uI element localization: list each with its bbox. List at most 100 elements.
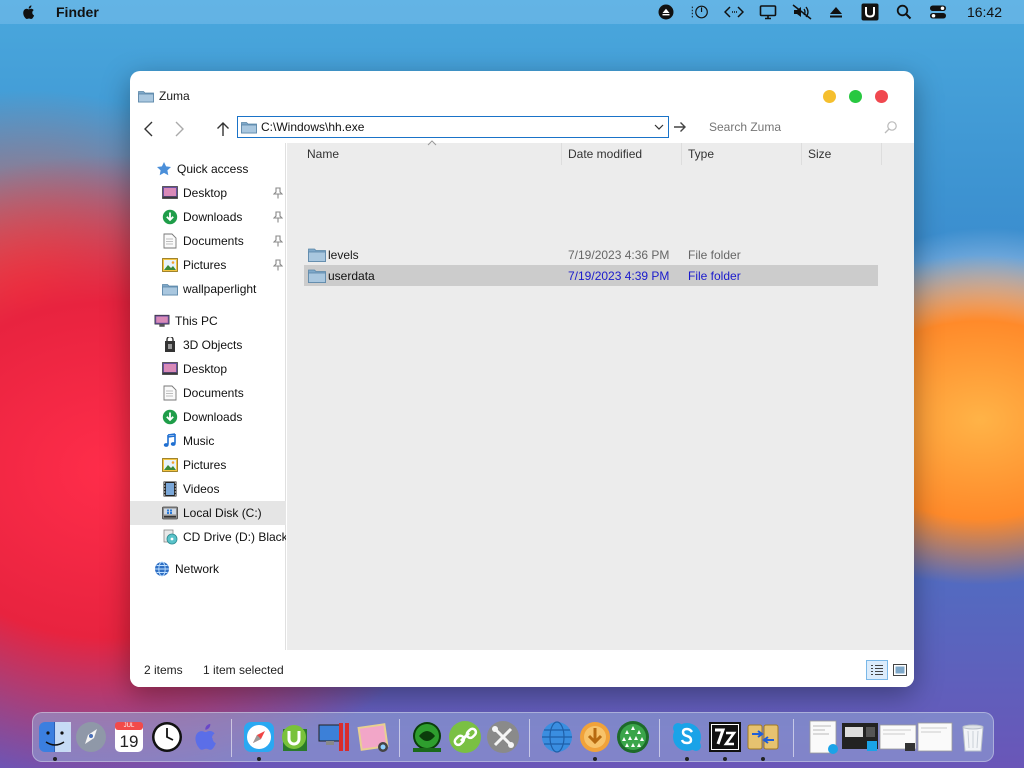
- calendar-icon[interactable]: JUL 19: [111, 719, 147, 755]
- chevron-down-icon[interactable]: [653, 121, 665, 133]
- display-icon[interactable]: [758, 3, 778, 21]
- pin-icon[interactable]: [273, 187, 283, 199]
- menubar-clock[interactable]: 16:42: [967, 4, 1002, 20]
- clock-icon[interactable]: [149, 719, 185, 755]
- mute-icon[interactable]: [792, 3, 812, 21]
- control-center-icon[interactable]: [928, 3, 948, 21]
- back-button[interactable]: [139, 119, 159, 139]
- folder-icon: [241, 122, 257, 134]
- forward-button[interactable]: [169, 119, 189, 139]
- search-input[interactable]: [709, 117, 869, 137]
- link-icon[interactable]: [447, 719, 483, 755]
- sidebar-item-label: Downloads: [183, 410, 243, 424]
- sidebar-item-3d-objects[interactable]: 3D Objects: [130, 333, 286, 357]
- photos-icon[interactable]: [355, 719, 391, 755]
- sidebar-item-qa-wallpaperlight[interactable]: wallpaperlight: [130, 277, 286, 301]
- sidebar-item-this-pc[interactable]: This PC: [130, 309, 286, 333]
- code-icon[interactable]: [723, 3, 744, 21]
- maximize-button[interactable]: [849, 90, 862, 103]
- sidebar-item-music[interactable]: Music: [130, 429, 286, 453]
- drops-icon[interactable]: [615, 719, 651, 755]
- file-date: 7/19/2023 4:36 PM: [568, 248, 670, 262]
- address-input[interactable]: [261, 118, 641, 136]
- address-bar[interactable]: [237, 116, 669, 138]
- sidebar-item-qa-documents[interactable]: Documents: [130, 229, 286, 253]
- skype-icon[interactable]: [669, 719, 705, 755]
- finder-icon[interactable]: [37, 719, 73, 755]
- safari-icon[interactable]: [241, 719, 277, 755]
- large-icons-view-button[interactable]: [889, 660, 911, 680]
- sidebar-item-videos[interactable]: Videos: [130, 477, 286, 501]
- system-tools-icon[interactable]: [485, 719, 521, 755]
- column-header-type[interactable]: Type: [688, 143, 714, 165]
- power-icon[interactable]: [690, 3, 710, 21]
- sidebar-item-label: Downloads: [183, 210, 243, 224]
- running-indicator: [723, 757, 727, 761]
- local-disk-icon: [162, 505, 178, 521]
- eject-icon[interactable]: [826, 3, 846, 21]
- network-globe-icon[interactable]: [539, 719, 575, 755]
- sidebar-item-pc-pictures[interactable]: Pictures: [130, 453, 286, 477]
- sidebar-item-cd-drive[interactable]: CD Drive (D:) Black: [130, 525, 286, 549]
- window-thumb-3[interactable]: [879, 719, 917, 755]
- macos-icon[interactable]: [187, 719, 223, 755]
- file-name: levels: [328, 248, 359, 262]
- trash-icon[interactable]: [955, 719, 991, 755]
- sidebar-item-qa-desktop[interactable]: Desktop: [130, 181, 286, 205]
- u-icon[interactable]: [860, 3, 880, 21]
- search-icon[interactable]: [884, 120, 898, 134]
- sidebar-item-label: Documents: [183, 234, 244, 248]
- sidebar-item-qa-pictures[interactable]: Pictures: [130, 253, 286, 277]
- details-view-button[interactable]: [866, 660, 888, 680]
- collection-icon[interactable]: [409, 719, 445, 755]
- menu-bar: Finder 16:42: [0, 0, 1024, 24]
- eject-circle-icon[interactable]: [656, 3, 676, 21]
- sidebar-item-local-disk[interactable]: Local Disk (C:): [130, 501, 286, 525]
- pin-icon[interactable]: [273, 211, 283, 223]
- utorrent-icon[interactable]: [279, 719, 315, 755]
- minimize-button[interactable]: [823, 90, 836, 103]
- sidebar-item-label: wallpaperlight: [183, 282, 257, 296]
- network-icon: [154, 561, 170, 577]
- go-arrow-icon[interactable]: [673, 121, 687, 133]
- close-button[interactable]: [875, 90, 888, 103]
- column-header-name[interactable]: Name: [307, 143, 339, 165]
- table-row[interactable]: levels 7/19/2023 4:36 PM File folder: [304, 244, 878, 265]
- column-divider[interactable]: [681, 143, 682, 165]
- pin-icon[interactable]: [273, 235, 283, 247]
- calendar-day: 19: [119, 732, 139, 751]
- window-thumb-1[interactable]: [809, 719, 839, 755]
- desktop-icon: [162, 185, 178, 201]
- up-button[interactable]: [213, 119, 233, 139]
- file-compare-icon[interactable]: [745, 719, 781, 755]
- 7zip-icon[interactable]: [707, 719, 743, 755]
- pin-icon[interactable]: [273, 259, 283, 271]
- window-thumb-4[interactable]: [917, 719, 953, 755]
- column-header-date[interactable]: Date modified: [568, 143, 642, 165]
- explorer-window: Zuma C:\Windows\hh.exe Search Zuma Quick…: [130, 71, 914, 687]
- column-divider[interactable]: [801, 143, 802, 165]
- pictures-icon: [162, 257, 178, 273]
- sidebar-item-network[interactable]: Network: [130, 557, 286, 581]
- search-box[interactable]: [705, 117, 898, 137]
- window-thumb-2[interactable]: [841, 719, 879, 755]
- sidebar-item-pc-documents[interactable]: Documents: [130, 381, 286, 405]
- folder-icon: [162, 281, 178, 297]
- table-row[interactable]: userdata 7/19/2023 4:39 PM File folder: [304, 265, 878, 286]
- apple-icon[interactable]: [20, 3, 38, 21]
- launchpad-icon[interactable]: [73, 719, 109, 755]
- sidebar-item-quick-access[interactable]: Quick access: [130, 157, 286, 181]
- parallels-icon[interactable]: [317, 719, 353, 755]
- downloads-icon: [162, 409, 178, 425]
- title-bar[interactable]: Zuma: [130, 71, 914, 115]
- search-icon[interactable]: [894, 3, 914, 21]
- column-header-size[interactable]: Size: [808, 143, 831, 165]
- sidebar-item-qa-downloads[interactable]: Downloads: [130, 205, 286, 229]
- sidebar-item-pc-downloads[interactable]: Downloads: [130, 405, 286, 429]
- sidebar-item-pc-desktop[interactable]: Desktop: [130, 357, 286, 381]
- column-divider[interactable]: [561, 143, 562, 165]
- download-icon[interactable]: [577, 719, 613, 755]
- column-divider[interactable]: [881, 143, 882, 165]
- sidebar-item-label: CD Drive (D:) Black: [183, 530, 286, 544]
- app-name[interactable]: Finder: [56, 4, 99, 20]
